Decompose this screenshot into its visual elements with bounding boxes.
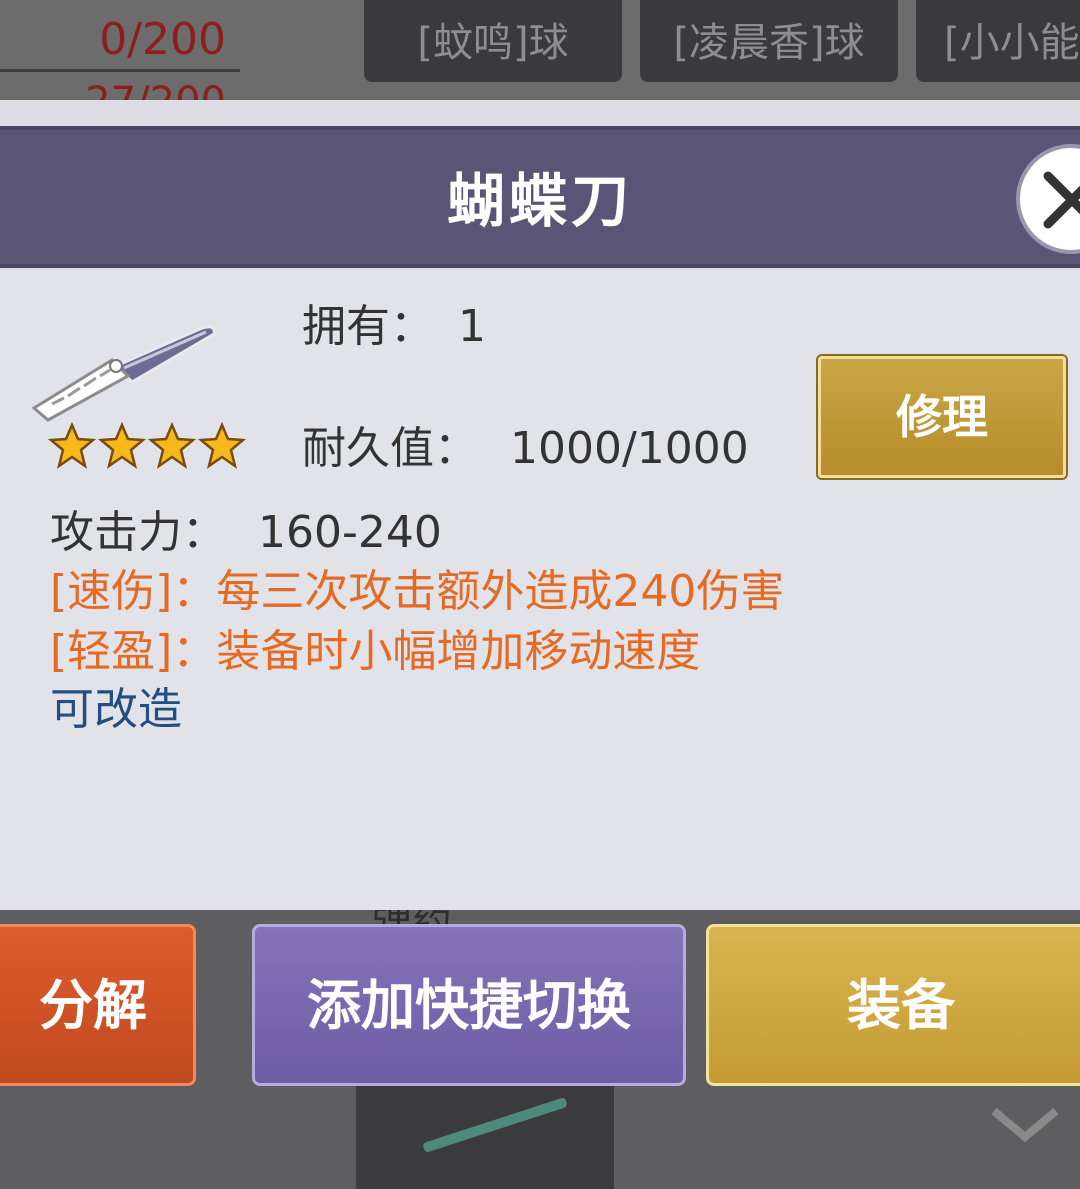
effect-speed-damage: [速伤]：每三次攻击额外造成240伤害 [50, 566, 785, 617]
rarity-stars [48, 422, 246, 470]
background-weapon-slot [356, 1086, 614, 1189]
owned-value: 1 [458, 301, 486, 352]
butterfly-knife-icon [31, 325, 216, 422]
attack-label: 攻击力： [50, 507, 226, 558]
dialog-header: 蝴蝶刀 [0, 126, 1080, 268]
star-icon [48, 422, 96, 469]
item-detail-dialog: 蝴蝶刀 拥有： 1 耐久值： 1000/1000 修理 攻击力： 160-240… [0, 100, 1080, 910]
star-icon [98, 422, 146, 469]
background-counter: 0/200 [0, 0, 240, 72]
equip-button[interactable]: 装备 [706, 924, 1080, 1086]
durability-label: 耐久值： [302, 423, 478, 474]
background-tab-1: [蚊鸣]球 [364, 0, 622, 82]
background-tab-2: [凌晨香]球 [640, 0, 898, 82]
close-icon [1043, 171, 1080, 229]
effect-lightweight: [轻盈]：装备时小幅增加移动速度 [50, 626, 701, 677]
modifiable-tag: 可改造 [50, 684, 182, 735]
background-counter-secondary: 27/200 [70, 82, 240, 102]
owned-label: 拥有： [302, 301, 434, 352]
attack-value: 160-240 [258, 507, 442, 558]
item-title: 蝴蝶刀 [446, 167, 633, 235]
background-tab-3: [小小能 [916, 0, 1080, 82]
star-icon [198, 422, 246, 469]
star-icon [148, 422, 196, 469]
decompose-button[interactable]: 分解 [0, 924, 196, 1086]
repair-button[interactable]: 修理 [818, 356, 1066, 478]
add-quick-switch-button[interactable]: 添加快捷切换 [252, 924, 686, 1086]
chevron-down-icon [990, 1090, 1060, 1160]
durability-value: 1000/1000 [510, 423, 749, 474]
